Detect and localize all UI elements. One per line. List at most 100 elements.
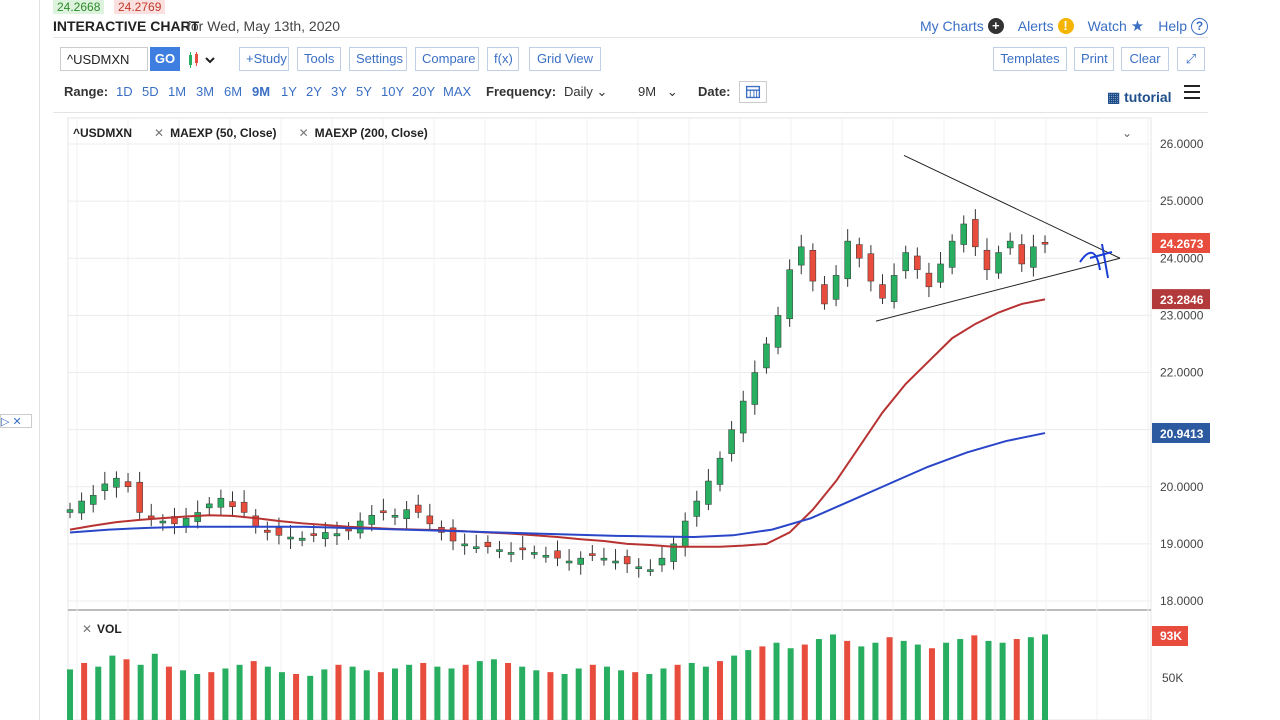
candle-body	[78, 500, 85, 514]
y-tick-label: 20.0000	[1160, 480, 1204, 494]
volume-bar	[293, 674, 300, 720]
volume-bar	[844, 640, 851, 720]
candle-body	[612, 560, 619, 564]
candle-body	[473, 546, 480, 549]
volume-bar	[759, 646, 766, 720]
candle-body	[124, 481, 132, 488]
volume-bar	[575, 668, 582, 720]
volume-bar	[476, 661, 483, 720]
volume-bar	[81, 662, 88, 720]
candle-body	[809, 250, 817, 282]
volume-bar	[406, 664, 413, 720]
volume-bar	[985, 640, 992, 720]
volume-bar	[914, 644, 921, 720]
candle-body	[403, 509, 410, 519]
candle-body	[148, 515, 155, 519]
candle-body	[217, 497, 225, 508]
candle-body	[902, 252, 909, 272]
volume-bar	[957, 639, 964, 720]
candle-body	[890, 275, 898, 302]
candle-body	[867, 253, 875, 282]
candle-body	[206, 503, 213, 509]
volume-bar	[67, 669, 73, 720]
candle-body	[821, 284, 828, 305]
volume-bar	[95, 666, 102, 720]
volume-bar	[363, 670, 370, 720]
y-tick-label: 18.0000	[1160, 594, 1204, 608]
volume-bar	[858, 646, 865, 720]
candle-body	[426, 515, 434, 525]
volume-bar	[434, 666, 441, 720]
candle-body	[298, 537, 306, 541]
candle-body	[310, 533, 317, 536]
candle-body	[414, 504, 422, 513]
candle-body	[66, 509, 74, 513]
candle-body	[531, 552, 538, 555]
candle-body	[136, 481, 143, 513]
y-tick-label: 19.0000	[1160, 537, 1204, 551]
y-tick-label: 25.0000	[1160, 194, 1204, 208]
volume-bar	[137, 664, 144, 720]
ma50-badge: 23.2846	[1152, 289, 1210, 310]
candle-body	[960, 223, 967, 245]
candle-body	[484, 541, 492, 547]
remove-ma50-icon[interactable]: ✕	[154, 126, 164, 144]
candle-body	[925, 272, 933, 288]
candle-body	[577, 557, 584, 565]
volume-bar	[519, 666, 526, 720]
volume-bar	[561, 674, 568, 720]
volume-bar	[731, 655, 738, 720]
candle-body	[287, 536, 294, 540]
y-tick-label: 26.0000	[1160, 137, 1204, 151]
volume-bar	[547, 672, 554, 720]
volume-bar	[321, 669, 328, 720]
legend-symbol: ^USDMXN	[73, 126, 133, 140]
candle-body	[275, 527, 283, 536]
chevron-down-icon[interactable]: ⌄	[1122, 126, 1132, 140]
vol-tick-label: 50K	[1162, 671, 1183, 685]
volume-bar	[151, 653, 158, 720]
volume-bar	[1027, 637, 1034, 720]
candle-body	[705, 480, 712, 505]
candle-body	[380, 510, 387, 513]
volume-bar	[787, 648, 794, 720]
candle-body	[774, 315, 782, 348]
volume-bar	[490, 659, 497, 720]
candle-body	[786, 269, 793, 320]
candle-body	[798, 246, 805, 266]
candle-body	[101, 483, 109, 491]
volume-bar	[589, 664, 596, 720]
candle-body	[589, 553, 596, 556]
candle-body	[914, 255, 921, 270]
candle-body	[832, 275, 840, 300]
candle-body	[948, 240, 956, 268]
volume-bar	[165, 666, 172, 720]
volume-bar	[745, 650, 752, 720]
candle-body	[264, 529, 271, 533]
last-price-badge-text: 24.2673	[1160, 237, 1204, 251]
volume-bar	[462, 664, 469, 720]
candle-body	[995, 252, 1002, 274]
volume-bar	[250, 661, 257, 720]
candle-body	[763, 343, 770, 369]
volume-bar	[674, 664, 681, 720]
candle-body	[1030, 246, 1037, 268]
candle-body	[322, 532, 329, 539]
chart-legend: ^USDMXN ✕ MAEXP (50, Close) ✕ MAEXP (200…	[73, 126, 450, 144]
volume-bar	[886, 637, 893, 720]
candle-body	[937, 263, 944, 283]
volume-bar	[830, 634, 837, 720]
ma200-badge: 20.9413	[1152, 422, 1210, 443]
candle-body	[496, 549, 503, 552]
volume-bar	[307, 675, 314, 720]
volume-bar	[660, 668, 667, 720]
volume-bar	[392, 668, 398, 720]
remove-ma200-icon[interactable]: ✕	[299, 126, 309, 144]
candle-body	[635, 566, 642, 569]
candle-body	[658, 557, 666, 566]
volume-bar	[335, 664, 342, 720]
price-chart[interactable]: 26.000025.000024.000023.000022.000021.00…	[0, 0, 1280, 720]
candle-body	[240, 501, 248, 513]
volume-bar	[109, 655, 116, 720]
ma50-badge-text: 23.2846	[1160, 293, 1204, 307]
